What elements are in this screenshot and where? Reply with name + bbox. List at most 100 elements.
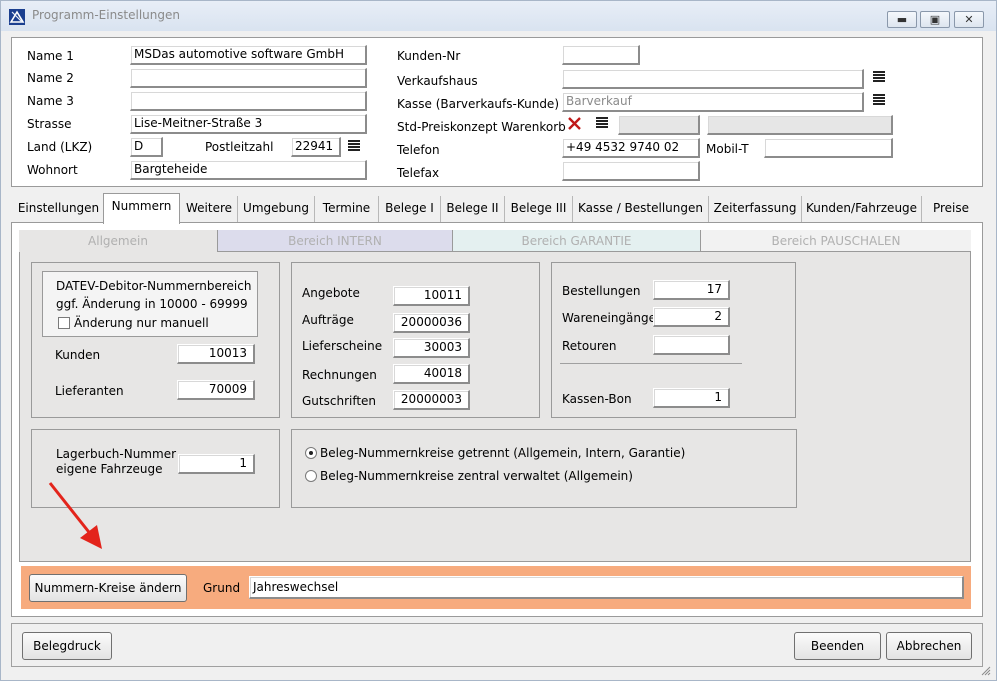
kassenbon-label: Kassen-Bon <box>562 392 632 406</box>
grund-input[interactable]: Jahreswechsel <box>249 576 964 599</box>
plz-list-icon[interactable] <box>348 140 360 152</box>
lagerbuch-label: Lagerbuch-Nummer <box>56 447 177 461</box>
tab-umgebung[interactable]: Umgebung <box>238 196 315 222</box>
land-label: Land (LKZ) <box>27 140 93 154</box>
tab-belege-2[interactable]: Belege II <box>441 196 505 222</box>
rechnungen-number-input[interactable]: 40018 <box>393 364 470 384</box>
clear-x-icon[interactable] <box>568 117 581 130</box>
gutschriften-number-input[interactable]: 20000003 <box>393 390 470 410</box>
close-icon: ✕ <box>964 13 974 26</box>
datev-range: ggf. Änderung in 10000 - 69999 <box>56 297 248 311</box>
radio-zentral[interactable] <box>305 470 317 482</box>
strasse-input[interactable]: Lise-Meitner-Straße 3 <box>130 114 367 134</box>
preiskonzept-code-field <box>618 115 700 135</box>
telefon-label: Telefon <box>397 143 440 157</box>
manual-change-label: Änderung nur manuell <box>74 316 209 330</box>
wohnort-label: Wohnort <box>27 163 78 177</box>
kasse-input[interactable]: Barverkauf <box>562 92 864 112</box>
preiskonzept-label: Std-Preiskonzept Warenkorb <box>397 120 566 134</box>
kunden-number-input[interactable]: 10013 <box>177 344 255 364</box>
tab-belege-3[interactable]: Belege III <box>505 196 573 222</box>
retouren-number-input[interactable] <box>653 335 730 355</box>
angebote-number-input[interactable]: 10011 <box>393 286 470 306</box>
kunden-label: Kunden <box>55 348 101 362</box>
lagerbuch-number-input[interactable]: 1 <box>178 454 255 474</box>
angebote-label: Angebote <box>302 286 360 300</box>
close-button[interactable]: ✕ <box>954 11 984 28</box>
wareneingaenge-number-input[interactable]: 2 <box>653 307 730 327</box>
minimize-icon: ▬ <box>896 13 908 26</box>
name2-label: Name 2 <box>27 71 74 85</box>
name3-input[interactable] <box>130 91 367 111</box>
retouren-label: Retouren <box>562 339 617 353</box>
tab-termine[interactable]: Termine <box>315 196 379 222</box>
verkaufshaus-label: Verkaufshaus <box>397 74 478 88</box>
manual-change-checkbox[interactable] <box>58 317 70 329</box>
lieferanten-number-input[interactable]: 70009 <box>177 380 255 400</box>
strasse-label: Strasse <box>27 117 72 131</box>
kasse-list-icon[interactable] <box>873 94 885 106</box>
lieferanten-label: Lieferanten <box>55 384 124 398</box>
kassenbon-number-input[interactable]: 1 <box>653 388 730 408</box>
bestellungen-divider <box>560 363 742 364</box>
radio-getrennt-label: Beleg-Nummernkreise getrennt (Allgemein,… <box>320 446 686 460</box>
belegdruck-button[interactable]: Belegdruck <box>22 632 112 660</box>
wohnort-input[interactable]: Bargteheide <box>130 160 367 180</box>
minimize-button[interactable]: ▬ <box>887 11 917 28</box>
kasse-label: Kasse (Barverkaufs-Kunde) <box>397 97 559 111</box>
abbrechen-button[interactable]: Abbrechen <box>886 632 972 660</box>
telefax-label: Telefax <box>397 166 440 180</box>
preiskonzept-name-field <box>707 115 893 135</box>
land-input[interactable]: D <box>130 137 163 157</box>
plz-label: Postleitzahl <box>205 140 274 154</box>
verkaufshaus-input[interactable] <box>562 69 864 89</box>
tab-zeiterfassung[interactable]: Zeiterfassung <box>709 196 802 222</box>
telefon-input[interactable]: +49 4532 9740 02 <box>562 138 700 158</box>
auftraege-label: Aufträge <box>302 313 354 327</box>
tab-nummern[interactable]: Nummern <box>103 193 180 224</box>
bestellungen-number-input[interactable]: 17 <box>653 280 730 300</box>
name1-input[interactable]: MSDas automotive software GmbH <box>130 45 367 65</box>
telefax-input[interactable] <box>562 161 700 181</box>
plz-input[interactable]: 22941 <box>291 137 341 157</box>
lagerbuch-sublabel: eigene Fahrzeuge <box>56 462 163 476</box>
grund-label: Grund <box>203 581 241 595</box>
tab-kunden-fahrzeuge[interactable]: Kunden/Fahrzeuge <box>802 196 922 222</box>
tab-einstellungen[interactable]: Einstellungen <box>14 196 104 222</box>
verkaufshaus-list-icon[interactable] <box>873 71 885 83</box>
beenden-button[interactable]: Beenden <box>794 632 881 660</box>
bestellungen-label: Bestellungen <box>562 284 641 298</box>
rechnungen-label: Rechnungen <box>302 368 377 382</box>
kundennr-label: Kunden-Nr <box>397 49 461 63</box>
tab-preise[interactable]: Preise <box>922 196 980 222</box>
gutschriften-label: Gutschriften <box>302 394 377 408</box>
tab-weitere[interactable]: Weitere <box>181 196 238 222</box>
maximize-button[interactable]: ▣ <box>920 11 950 28</box>
name3-label: Name 3 <box>27 94 74 108</box>
name2-input[interactable] <box>130 68 367 88</box>
mobil-input[interactable] <box>764 138 893 158</box>
lieferscheine-label: Lieferscheine <box>302 339 383 353</box>
subtab-bereich-pauschalen[interactable]: Bereich PAUSCHALEN <box>701 230 971 252</box>
resize-grip-icon[interactable] <box>979 664 991 676</box>
wareneingaenge-label: Wareneingänge <box>562 311 657 325</box>
preiskonzept-list-icon[interactable] <box>596 117 608 129</box>
mobil-label: Mobil-T <box>706 142 749 156</box>
window-title: Programm-Einstellungen <box>32 8 180 22</box>
red-arrow-icon <box>48 482 102 549</box>
kundennr-input[interactable] <box>562 45 640 65</box>
subtab-bereich-garantie[interactable]: Bereich GARANTIE <box>453 230 701 252</box>
app-logo-icon <box>9 9 25 25</box>
maximize-icon: ▣ <box>929 13 941 26</box>
change-number-ranges-button[interactable]: Nummern-Kreise ändern <box>29 574 187 602</box>
radio-zentral-label: Beleg-Nummernkreise zentral verwaltet (A… <box>320 469 633 483</box>
tab-kasse-bestellungen[interactable]: Kasse / Bestellungen <box>573 196 709 222</box>
name1-label: Name 1 <box>27 49 74 63</box>
datev-title: DATEV-Debitor-Nummernbereich <box>56 279 252 293</box>
radio-getrennt[interactable] <box>305 447 317 459</box>
subtab-bereich-intern[interactable]: Bereich INTERN <box>218 230 453 252</box>
tab-belege-1[interactable]: Belege I <box>379 196 441 222</box>
auftraege-number-input[interactable]: 20000036 <box>393 313 470 333</box>
subtab-allgemein[interactable]: Allgemein <box>19 230 218 252</box>
lieferscheine-number-input[interactable]: 30003 <box>393 338 470 358</box>
